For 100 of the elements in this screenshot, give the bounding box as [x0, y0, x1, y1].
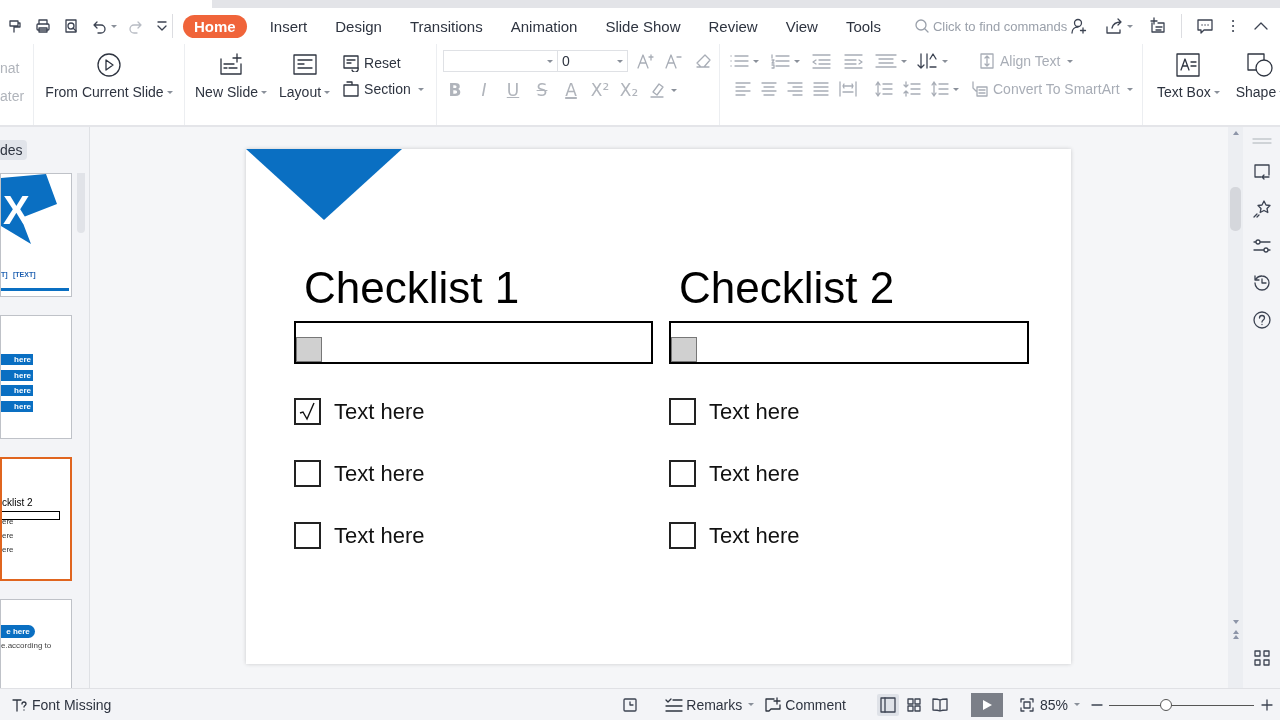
checkbox[interactable]	[669, 460, 696, 487]
checkbox[interactable]	[669, 522, 696, 549]
panel-handle-icon[interactable]	[1251, 137, 1272, 145]
grid-view-icon	[904, 695, 923, 714]
book-icon	[930, 695, 949, 714]
smartart-icon	[971, 80, 989, 98]
sliders-icon[interactable]	[1251, 236, 1272, 256]
previous-slide-icon[interactable]	[1230, 628, 1241, 640]
indent-icon	[842, 52, 864, 70]
remarks-button[interactable]: Remarks	[662, 694, 758, 715]
checklist-item-text: Text here	[709, 522, 800, 549]
reset-icon	[342, 54, 361, 72]
section-icon	[342, 80, 361, 98]
distribute-icon	[838, 80, 858, 98]
caret-icon	[671, 88, 677, 92]
minus-icon	[1091, 703, 1103, 706]
from-current-slide-button[interactable]: From Current Slide	[41, 50, 177, 125]
align-text-icon	[978, 52, 996, 70]
notes-icon	[665, 696, 684, 713]
zoom-menu[interactable]: 85%	[1036, 694, 1083, 715]
outdent-icon	[810, 52, 832, 70]
new-slide-button[interactable]: New Slide	[191, 50, 272, 125]
caret-icon	[1213, 90, 1220, 94]
section-button[interactable]: Section	[338, 78, 428, 100]
thumbnail-bar: here	[1, 354, 33, 365]
slides-tab[interactable]: des	[0, 140, 27, 160]
ribbon-tab[interactable]: Review	[695, 14, 771, 38]
line-spacing-icon	[874, 80, 894, 98]
accent-line	[1, 288, 69, 291]
caret-icon	[617, 59, 623, 63]
caret-icon	[748, 703, 755, 706]
thumbnail-bar: here	[1, 385, 33, 396]
slideshow-button[interactable]	[970, 692, 1003, 717]
checkbox[interactable]	[294, 460, 321, 487]
history-icon[interactable]	[1251, 273, 1272, 293]
caret-icon	[166, 90, 173, 94]
grid-icon[interactable]	[1252, 649, 1271, 667]
thumbnail-text: e.according to	[1, 641, 52, 650]
zoom-out-button[interactable]	[1089, 701, 1105, 708]
magic-star-icon[interactable]	[1251, 199, 1272, 219]
ribbon-tab[interactable]: Animation	[497, 14, 591, 38]
font-question-icon	[11, 696, 29, 713]
fit-icon	[1018, 696, 1035, 713]
ribbon-tab[interactable]: Slide Show	[592, 14, 694, 38]
align-right-icon	[786, 80, 804, 98]
slide-switch-icon[interactable]	[1251, 162, 1272, 182]
font-shrink-icon	[664, 52, 684, 70]
ribbon-tab[interactable]: Insert	[256, 14, 321, 38]
shape-button[interactable]: Shape	[1231, 50, 1280, 125]
layout-button[interactable]: Layout	[275, 50, 335, 125]
reset-button[interactable]: Reset	[338, 52, 428, 74]
play-circle-icon	[96, 52, 122, 78]
comment-status-button[interactable]: Comment	[761, 694, 849, 715]
eraser-icon	[694, 52, 712, 70]
font-name-field[interactable]	[443, 50, 558, 72]
slide-plus-icon	[218, 52, 244, 78]
checklist-item-text: Text here	[334, 522, 425, 549]
comment-plus-icon	[764, 696, 783, 713]
slide-thumbnail[interactable]: cklist 2 ere ere ere	[0, 457, 72, 581]
ribbon-tab[interactable]: Tools	[832, 14, 894, 38]
caret-icon	[1067, 59, 1074, 63]
text-box-icon	[1175, 52, 1202, 78]
share-icon[interactable]	[1104, 17, 1124, 35]
thumbnail-box	[2, 511, 60, 520]
caret-icon	[261, 90, 268, 94]
view-button[interactable]	[876, 693, 899, 716]
thumbnail-text: ere	[2, 545, 14, 554]
align-center-icon	[760, 80, 778, 98]
caret-icon	[1126, 87, 1133, 91]
slide-thumbnail[interactable]: e here e.according to	[0, 599, 72, 688]
caret-icon	[901, 59, 907, 63]
text-box-button[interactable]: Text Box	[1153, 50, 1224, 125]
checklist-title: Checklist 1	[304, 265, 521, 311]
checkbox[interactable]	[294, 398, 321, 425]
checkbox[interactable]	[669, 398, 696, 425]
help-icon[interactable]	[1251, 310, 1272, 330]
caret-icon	[953, 87, 959, 91]
checklist-title: Checklist 2	[679, 265, 896, 311]
thumbnail-bar: here	[1, 400, 33, 412]
caret-icon	[324, 90, 331, 94]
numbered-list-icon	[769, 52, 791, 70]
ribbon-tab[interactable]: Transitions	[396, 14, 496, 38]
thumbnail-pill: e here	[1, 625, 35, 638]
ribbon-tab[interactable]: View	[772, 14, 831, 38]
font-missing-button[interactable]: Font Missing	[8, 694, 115, 715]
slide-thumbnail[interactable]: here here here here	[0, 315, 72, 439]
shapes-icon	[1246, 52, 1275, 78]
font-size-field[interactable]: 0	[558, 50, 628, 72]
sort-button[interactable]	[917, 52, 948, 70]
caret-icon	[1074, 703, 1080, 706]
search-icon	[913, 18, 930, 34]
text-lines-icon	[874, 52, 898, 70]
color-swatch	[671, 337, 697, 362]
justify-icon	[812, 80, 830, 98]
checkbox[interactable]	[294, 522, 321, 549]
caret-icon	[753, 59, 759, 63]
caret-icon	[111, 24, 117, 28]
zoom-slider-thumb[interactable]	[1159, 698, 1172, 711]
ribbon-tab[interactable]: Design	[322, 14, 395, 38]
caret-icon	[417, 87, 424, 91]
